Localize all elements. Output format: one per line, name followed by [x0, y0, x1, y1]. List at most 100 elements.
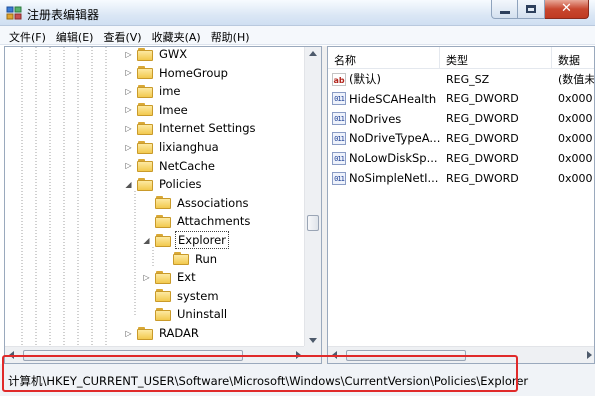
window-title: 注册表编辑器: [27, 8, 100, 22]
folder-icon: [137, 159, 153, 173]
tree-item-label: NetCache: [159, 158, 215, 173]
tree-item-label: Attachments: [177, 214, 251, 229]
close-icon: ✕: [561, 1, 572, 16]
value-name-cell: 011 NoSimpleNetI...: [328, 171, 440, 185]
expand-icon[interactable]: ▷: [124, 124, 133, 133]
maximize-button[interactable]: [518, 0, 545, 19]
value-type: REG_DWORD: [446, 112, 519, 126]
folder-icon: [155, 270, 171, 284]
menu-bar: 文件(F) 编辑(E) 查看(V) 收藏夹(A) 帮助(H): [0, 26, 595, 45]
menu-help[interactable]: 帮助(H): [206, 26, 255, 44]
value-data: 0x000: [558, 151, 593, 165]
collapse-icon[interactable]: ◢: [124, 180, 133, 189]
folder-icon: [173, 252, 189, 266]
minimize-icon: [500, 11, 510, 14]
expand-icon[interactable]: ▷: [124, 161, 133, 170]
tree-item[interactable]: ▷ ime: [124, 82, 182, 100]
no-expander: [142, 291, 151, 300]
menu-favorites[interactable]: 收藏夹(A): [147, 26, 206, 44]
column-header-type[interactable]: 类型: [440, 47, 552, 69]
folder-icon: [155, 214, 171, 228]
value-name: NoDriveTypeA...: [349, 131, 440, 146]
folder-icon: [155, 307, 171, 321]
minimize-button[interactable]: [491, 0, 518, 19]
tree-item[interactable]: ▷ Internet Settings: [124, 119, 258, 137]
value-row[interactable]: 011 NoDriveTypeA... REG_DWORD 0x000: [328, 128, 594, 148]
scroll-down-icon[interactable]: [309, 338, 317, 343]
no-expander: [160, 254, 169, 263]
value-name: NoSimpleNetI...: [349, 171, 439, 185]
value-row[interactable]: 011 NoDrives REG_DWORD 0x000: [328, 109, 594, 129]
tree-item-label: Imee: [159, 102, 188, 117]
tree-item[interactable]: ▷ Ext: [142, 268, 198, 286]
folder-icon: [137, 140, 153, 154]
tree-item[interactable]: Attachments: [142, 212, 252, 230]
tree-item-label: lixianghua: [159, 140, 219, 154]
tree-item-label: Policies: [159, 177, 202, 192]
tree-item[interactable]: ◢ Policies: [124, 175, 204, 193]
tree-item-label: Ext: [177, 270, 196, 285]
column-header-name[interactable]: 名称: [328, 47, 440, 69]
column-header-data[interactable]: 数据: [552, 47, 594, 69]
expand-icon[interactable]: ▷: [124, 143, 133, 152]
no-expander: [142, 198, 151, 207]
value-name: (默认): [349, 72, 381, 86]
tree-item-label: system: [177, 288, 219, 303]
value-type: REG_DWORD: [446, 171, 519, 185]
tree-item[interactable]: ▷ lixianghua: [124, 138, 221, 156]
scroll-up-icon[interactable]: [309, 51, 317, 56]
value-row[interactable]: 011 NoLowDiskSp... REG_DWORD 0x000: [328, 148, 594, 168]
value-data: 0x000: [558, 131, 593, 145]
value-name-cell: 011 HideSCAHealth: [328, 92, 440, 106]
tree-item[interactable]: Uninstall: [142, 305, 229, 323]
tree-item[interactable]: Associations: [142, 194, 250, 212]
binary-value-icon: 011: [332, 112, 346, 126]
registry-editor-icon: [6, 6, 22, 20]
tree-item[interactable]: ▷ Imee: [124, 101, 190, 119]
tree-scroll-thumb[interactable]: [307, 215, 319, 231]
expand-icon[interactable]: ▷: [124, 87, 133, 96]
tree-item[interactable]: ◢ Explorer: [142, 231, 229, 249]
tree-vertical-scrollbar[interactable]: [304, 47, 321, 347]
tree-item[interactable]: ▷ HomeGroup: [124, 64, 230, 82]
menu-file[interactable]: 文件(F): [4, 26, 51, 44]
tree-item-label: Explorer: [175, 231, 229, 249]
folder-icon: [137, 103, 153, 117]
tree-item[interactable]: ▷ GWX: [124, 47, 189, 63]
collapse-icon[interactable]: ◢: [142, 236, 151, 245]
string-value-icon: ab: [332, 72, 346, 86]
folder-icon: [137, 66, 153, 80]
folder-icon: [155, 233, 171, 247]
tree-item[interactable]: Run: [160, 250, 219, 268]
value-row[interactable]: 011 NoSimpleNetI... REG_DWORD 0x000: [328, 168, 594, 188]
binary-value-icon: 011: [332, 131, 346, 145]
tree-item[interactable]: ▷ RADAR: [124, 324, 201, 342]
expand-icon[interactable]: ▷: [142, 273, 151, 282]
expand-icon[interactable]: ▷: [124, 68, 133, 77]
expand-icon[interactable]: ▷: [124, 105, 133, 114]
expand-icon[interactable]: ▷: [124, 329, 133, 338]
expand-icon[interactable]: ▷: [124, 50, 133, 59]
value-row[interactable]: 011 HideSCAHealth REG_DWORD 0x000: [328, 89, 594, 109]
tree-item[interactable]: ▷ NetCache: [124, 157, 217, 175]
value-row[interactable]: ab (默认) REG_SZ (数值未: [328, 69, 594, 89]
value-data: 0x000: [558, 112, 593, 126]
folder-icon: [155, 196, 171, 210]
folder-icon: [137, 121, 153, 135]
close-button[interactable]: ✕: [545, 0, 589, 19]
value-name-cell: ab (默认): [328, 71, 440, 87]
value-name-cell: 011 NoDrives: [328, 112, 440, 126]
scroll-right-icon[interactable]: [587, 351, 592, 359]
tree-item[interactable]: system: [142, 287, 221, 305]
folder-icon: [137, 84, 153, 98]
folder-icon: [137, 47, 153, 61]
tree-item-label: Uninstall: [177, 307, 228, 322]
key-tree-pane[interactable]: ▷ GWX ▷ HomeGroup ▷ ime ▷ Imee ▷ Internet Setting…: [4, 46, 322, 364]
tree-item-label: GWX: [159, 47, 188, 61]
maximize-icon: [526, 5, 536, 13]
menu-edit[interactable]: 编辑(E): [51, 26, 99, 44]
value-type: REG_DWORD: [446, 151, 519, 165]
menu-view[interactable]: 查看(V): [98, 26, 146, 44]
values-list-pane[interactable]: 名称 类型 数据 ab (默认) REG_SZ (数值未 011 HideSCAHealt…: [327, 46, 595, 364]
folder-icon: [137, 326, 153, 340]
